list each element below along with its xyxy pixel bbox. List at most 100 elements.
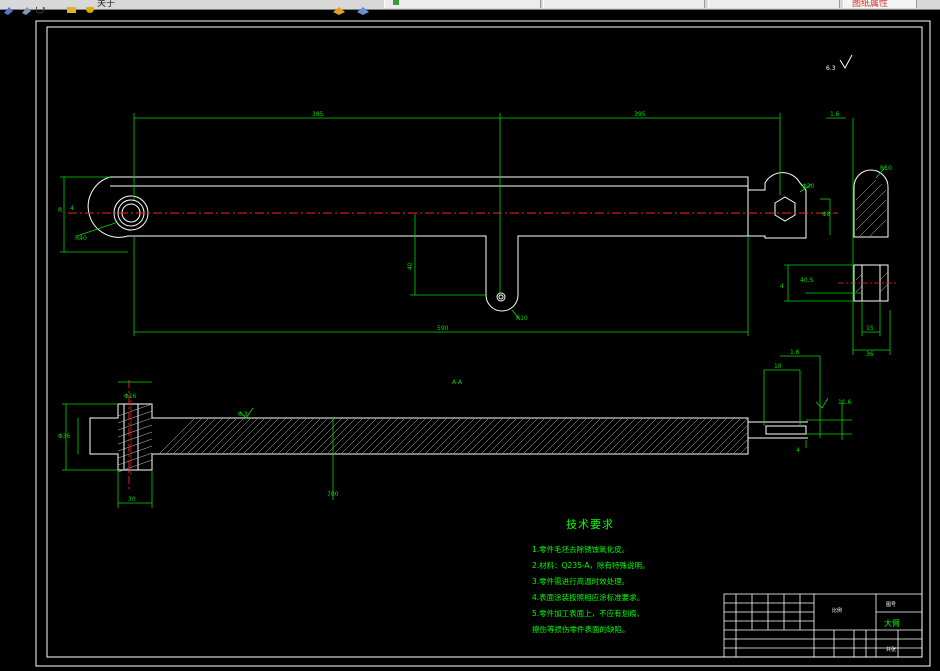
hatch-line-hub <box>117 452 153 466</box>
hatch-line <box>684 418 720 454</box>
section-dim-hub-w: 30 <box>128 496 136 503</box>
hatch-line <box>537 418 573 454</box>
hatch-line <box>439 418 475 454</box>
hatch-line <box>264 418 300 454</box>
hatch-line <box>425 418 461 454</box>
hatch-line <box>593 418 629 454</box>
tech-item-2: 2.材料：Q235-A，除有特殊说明。 <box>532 560 650 570</box>
hatch-line <box>173 418 209 454</box>
side-dim-w1: 15 <box>866 325 874 332</box>
hatch-line <box>523 418 559 454</box>
hatch-line <box>628 418 664 454</box>
toolbar-tab-3[interactable] <box>708 0 840 8</box>
hatch-line-hub <box>117 424 153 438</box>
menu-about[interactable]: 关于 <box>97 0 115 9</box>
dim-total: 590 <box>437 325 449 332</box>
hatch-line <box>397 418 433 454</box>
hatch-line <box>348 418 384 454</box>
hatch-line-hub <box>117 431 153 445</box>
hatch-line <box>243 418 279 454</box>
section-dim-left-h: Φ36 <box>58 433 71 440</box>
cad-drawing: 6.3 385 395 590 40 R R40 Φ20 R10 Φ8 4 1.… <box>35 20 931 667</box>
tab-1-icon <box>393 0 399 5</box>
help-icon[interactable] <box>86 0 95 13</box>
hatch-line <box>362 418 398 454</box>
hatch-line <box>278 418 314 454</box>
hatch-line <box>201 418 237 454</box>
hatch-line <box>586 418 622 454</box>
hatch-line <box>558 418 594 454</box>
title-drawing-no: 图号 <box>886 602 896 608</box>
cube-icon[interactable] <box>357 0 369 15</box>
hatch-line <box>565 418 601 454</box>
section-dim-len: 700 <box>327 491 339 498</box>
tech-requirements: 技术要求 1.零件毛坯去除锈蚀氧化皮。 2.材料：Q235-A，除有特殊说明。 … <box>532 518 650 634</box>
toolbar-tab-2[interactable] <box>543 0 705 8</box>
app-toolbar: 关于 图纸属性 <box>0 0 940 15</box>
hatch-line <box>446 418 482 454</box>
hatch-line <box>551 418 587 454</box>
title-sheet: 共张 <box>886 646 896 653</box>
section-label: A-A <box>452 379 463 386</box>
hatch-line <box>733 439 748 454</box>
properties-panel-tab[interactable]: 图纸属性 <box>843 0 917 9</box>
hatch-line <box>306 418 342 454</box>
hatch-line <box>621 418 657 454</box>
arm-outline <box>87 172 807 312</box>
hatch-line <box>404 418 440 454</box>
hatch-line <box>677 418 713 454</box>
side-dim-r: R10 <box>880 165 892 172</box>
hatch-line <box>467 418 503 454</box>
hatch-line-hub <box>117 445 153 459</box>
hatch-line <box>341 418 377 454</box>
hatch-line <box>299 418 335 454</box>
hatch-line <box>411 418 447 454</box>
section-view: A-A Φ16 Φ36 30 700 6.3 10 1.6 11.6 4 <box>58 349 852 508</box>
hatch-line <box>418 418 454 454</box>
tech-item-5: 5.零件加工表面上，不应有划痕、 <box>532 608 644 618</box>
folder-icon[interactable] <box>67 0 76 13</box>
hatch-line <box>383 418 419 454</box>
hatch-line <box>579 418 615 454</box>
hatch-line <box>670 418 706 454</box>
top-view: 385 395 590 40 R R40 Φ20 R10 Φ8 4 1.6 <box>58 111 846 336</box>
hatch-line <box>271 418 307 454</box>
toolbar-tab-1[interactable] <box>384 0 541 8</box>
section-dim-right-1: 10 <box>774 363 782 370</box>
hatch-line <box>313 418 349 454</box>
roughness-top-text: 6.3 <box>826 65 836 72</box>
search-icon[interactable] <box>35 0 45 14</box>
hatch-line <box>509 418 545 454</box>
tech-item-1: 1.零件毛坯去除锈蚀氧化皮。 <box>532 544 629 554</box>
section-dim-right-2: 1.6 <box>790 349 800 356</box>
hatch-line <box>334 418 370 454</box>
hatch-line <box>607 418 643 454</box>
hatch-line <box>663 418 699 454</box>
hatch-line <box>712 418 748 454</box>
side-dim-slot: 40.5 <box>800 277 814 284</box>
shapes-icon[interactable] <box>22 0 31 15</box>
dim-slot-depth: 40 <box>407 262 414 270</box>
side-dim-w2: 36 <box>866 351 874 358</box>
layers-icon[interactable] <box>333 0 345 15</box>
hatch-line <box>544 418 580 454</box>
section-dim-right-3: 11.6 <box>838 399 852 406</box>
hatch-line <box>180 418 216 454</box>
hatch-line <box>236 418 272 454</box>
tech-item-6: 擦伤等损伤零件表面的缺陷。 <box>532 624 630 634</box>
open-file-icon[interactable] <box>4 0 13 15</box>
hatch-line <box>516 418 552 454</box>
hatch-line <box>432 418 468 454</box>
hatch-line <box>208 418 244 454</box>
dim-right-span: 395 <box>634 111 646 118</box>
hatch-line <box>740 446 748 454</box>
tech-item-3: 3.零件需进行高温时效处理。 <box>532 576 629 586</box>
hatch-line <box>635 418 671 454</box>
hatch-line <box>222 418 258 454</box>
hatch-line <box>355 418 391 454</box>
hatch-line <box>166 418 202 454</box>
dim-hole: Φ20 <box>802 183 815 190</box>
hatch-line-hub <box>117 417 153 431</box>
dim-right-top: 1.6 <box>830 111 840 118</box>
hatch-line-hub <box>117 438 153 452</box>
